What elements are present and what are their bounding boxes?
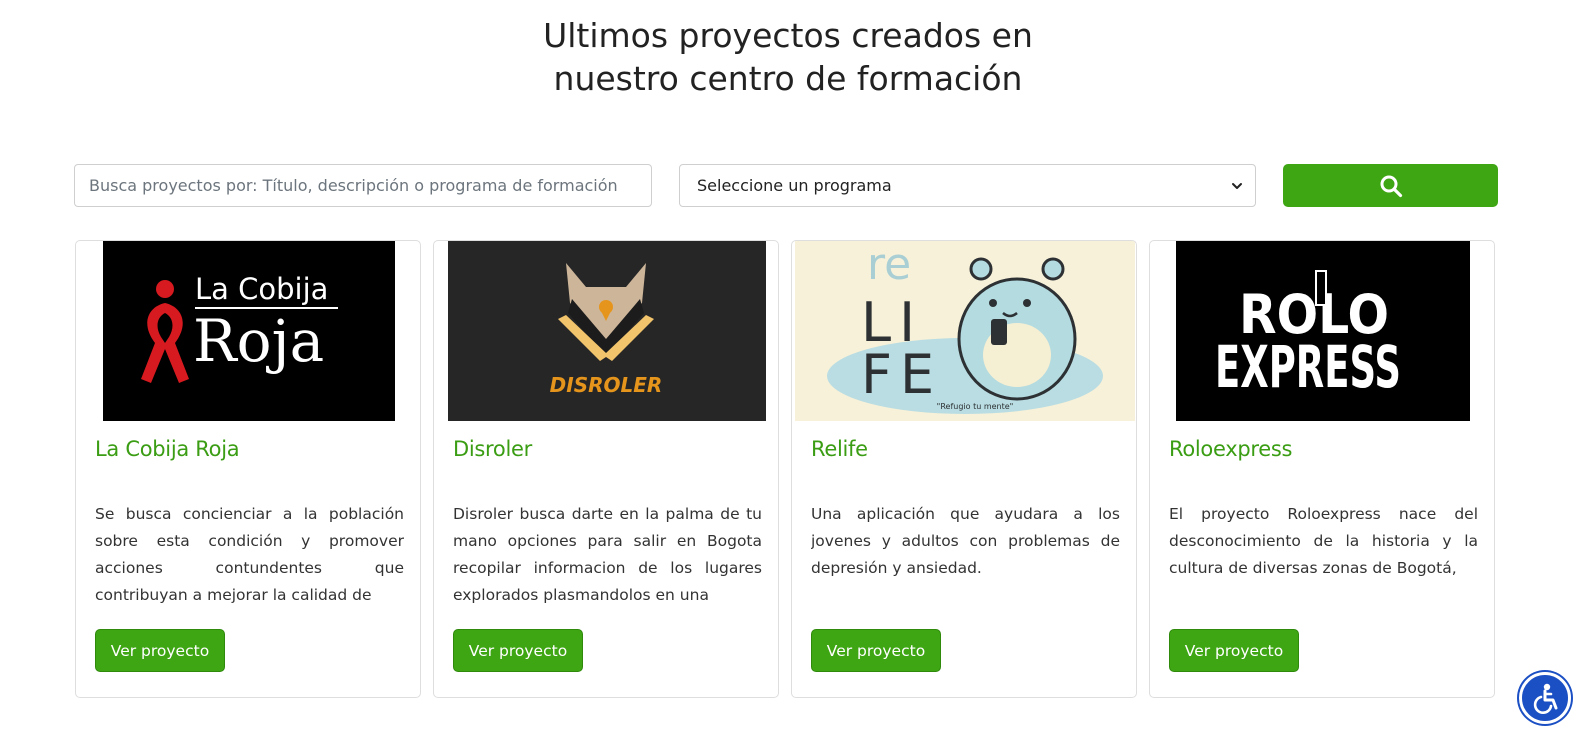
project-card: DISROLER Disroler Disroler busca darte e…	[433, 240, 779, 698]
project-title: Disroler	[453, 437, 532, 461]
svg-text:Roja: Roja	[193, 307, 324, 375]
project-card: re LI FE "Refugio tu mente" Relife Una a…	[791, 240, 1137, 698]
project-title: Relife	[811, 437, 868, 461]
project-title: La Cobija Roja	[95, 437, 240, 461]
project-description: El proyecto Roloexpress nace del descono…	[1169, 505, 1478, 577]
la-cobija-roja-logo: La Cobija Roja	[103, 241, 395, 421]
relife-logo: re LI FE "Refugio tu mente"	[795, 241, 1135, 421]
search-input[interactable]	[74, 164, 652, 207]
view-project-button[interactable]: Ver proyecto	[1169, 629, 1299, 672]
view-project-button[interactable]: Ver proyecto	[95, 629, 225, 672]
program-select[interactable]: Seleccione un programa	[679, 164, 1256, 207]
program-select-value: Seleccione un programa	[697, 176, 892, 195]
page-title-line1: Ultimos proyectos creados en	[543, 16, 1033, 55]
svg-text:EXPRESS: EXPRESS	[1215, 333, 1401, 401]
chevron-down-icon	[1232, 182, 1242, 189]
project-title: Roloexpress	[1169, 437, 1293, 461]
svg-text:re: re	[867, 241, 911, 290]
svg-text:"Refugio tu mente": "Refugio tu mente"	[937, 402, 1014, 411]
search-button[interactable]	[1283, 164, 1498, 207]
disroler-logo: DISROLER	[448, 241, 766, 421]
project-description: Se busca concienciar a la población sobr…	[95, 505, 404, 604]
roloexpress-logo: ROLO EXPRESS	[1176, 241, 1470, 421]
project-description: Disroler busca darte en la palma de tu m…	[453, 505, 762, 604]
svg-text:FE: FE	[861, 343, 942, 406]
search-icon	[1380, 175, 1402, 197]
svg-text:DISROLER: DISROLER	[550, 373, 663, 397]
view-project-button[interactable]: Ver proyecto	[811, 629, 941, 672]
svg-text:La Cobija: La Cobija	[195, 272, 328, 306]
page-title: Ultimos proyectos creados en nuestro cen…	[0, 14, 1576, 100]
project-card: ROLO EXPRESS Roloexpress El proyecto Rol…	[1149, 240, 1495, 698]
page-title-line2: nuestro centro de formación	[553, 59, 1023, 98]
view-project-button[interactable]: Ver proyecto	[453, 629, 583, 672]
project-card: La Cobija Roja La Cobija Roja Se busca c…	[75, 240, 421, 698]
accessibility-icon	[1533, 683, 1558, 715]
project-description: Una aplicación que ayudara a los jovenes…	[811, 505, 1120, 577]
accessibility-button[interactable]	[1519, 672, 1571, 724]
